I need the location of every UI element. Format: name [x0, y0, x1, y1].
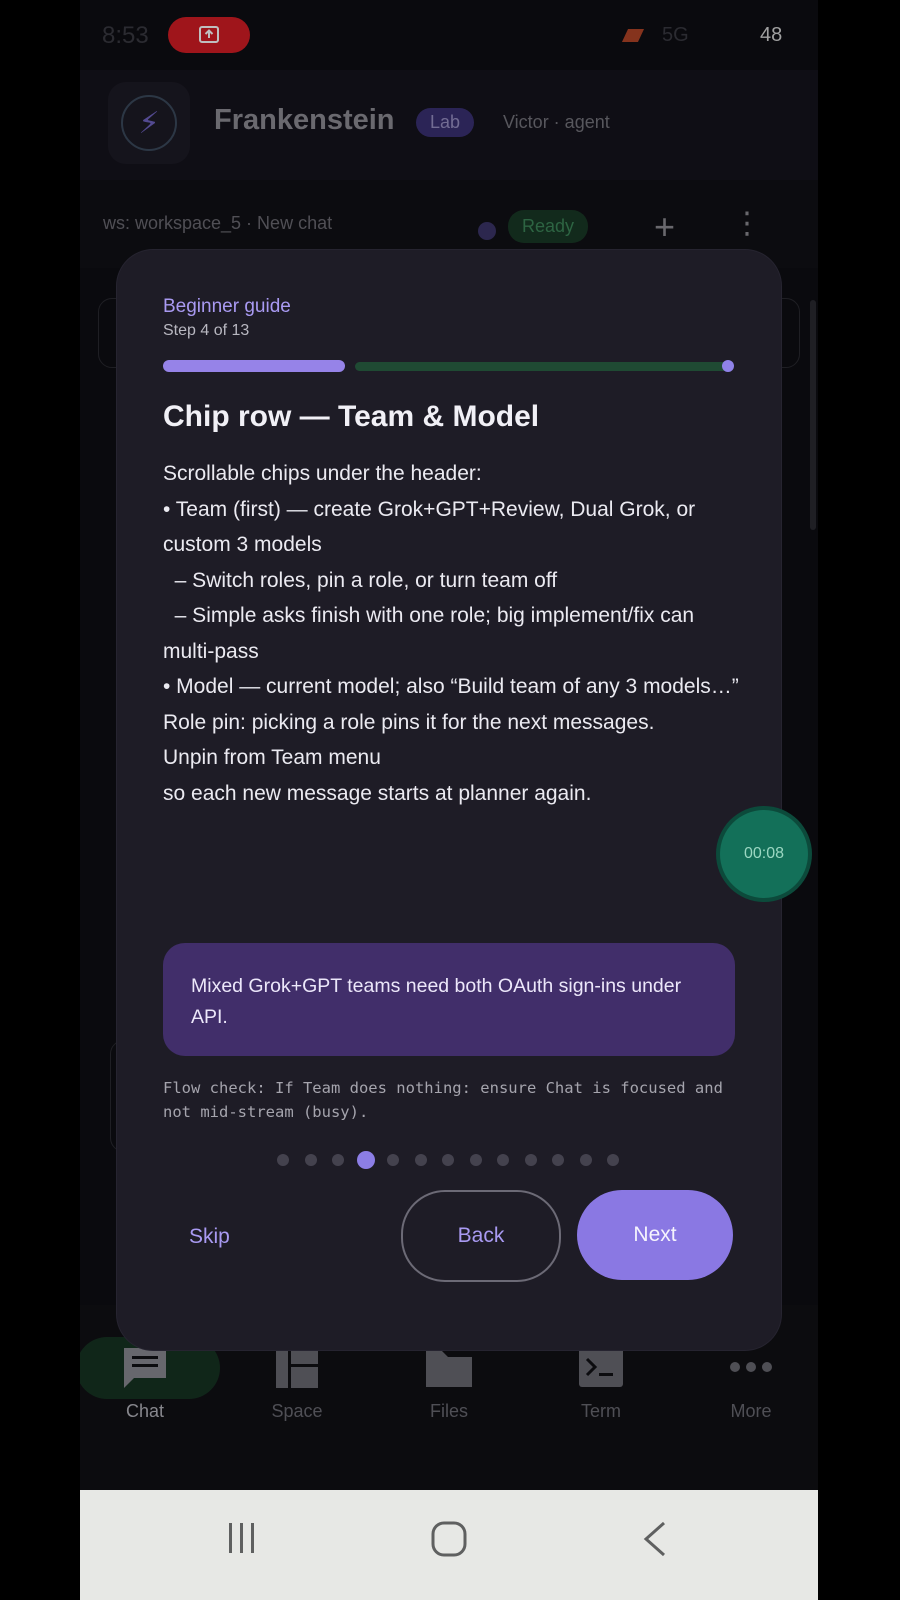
guide-body-line: Scrollable chips under the header:: [163, 462, 482, 485]
step-dot[interactable]: [579, 1154, 592, 1166]
guide-body-line: – Simple asks finish with one role; big …: [163, 604, 700, 663]
guide-body-line: Role pin: picking a role pins it for the…: [163, 710, 655, 734]
guide-title: Chip row — Team & Model: [163, 400, 540, 433]
skip-button[interactable]: Skip: [189, 1225, 230, 1249]
step-dot[interactable]: [277, 1154, 289, 1166]
guide-body: Scrollable chips under the header: • Tea…: [163, 456, 743, 811]
step-dot[interactable]: [442, 1154, 454, 1166]
step-dot[interactable]: [552, 1154, 564, 1166]
step-dot[interactable]: [469, 1154, 482, 1166]
step-dot-active[interactable]: [356, 1151, 375, 1169]
guide-label: Beginner guide: [163, 296, 291, 317]
step-counter: Step 4 of 13: [163, 322, 250, 339]
step-dot[interactable]: [414, 1154, 427, 1166]
progress-fill: [163, 360, 345, 372]
step-dot[interactable]: [304, 1154, 317, 1166]
step-dot[interactable]: [497, 1154, 509, 1166]
guide-body-line: Unpin from Team menu: [163, 746, 381, 769]
guide-body-line: • Model — current model; also “Build tea…: [163, 675, 739, 698]
home-icon[interactable]: [430, 1520, 468, 1558]
recording-timer[interactable]: 00:08: [720, 810, 808, 898]
recents-icon[interactable]: [224, 1520, 260, 1556]
callout-text: Mixed Grok+GPT teams need both OAuth sig…: [191, 975, 682, 1028]
guide-body-line: • Team (first) — create Grok+GPT+Review,…: [163, 497, 701, 557]
flow-check-note: Flow check: If Team does nothing: ensure…: [163, 1079, 723, 1121]
step-dot[interactable]: [524, 1154, 537, 1166]
phone-screen: 8:53 5G 48 ⚡ Frankenstein Lab Victor · a…: [80, 0, 818, 1600]
system-nav-bar: [80, 1490, 818, 1600]
progress-track: [355, 362, 729, 371]
step-dot[interactable]: [607, 1154, 619, 1166]
guide-body-line: so each new message starts at planner ag…: [163, 781, 592, 805]
progress-end-dot: [722, 360, 734, 372]
next-button[interactable]: Next: [577, 1190, 733, 1280]
back-icon[interactable]: [640, 1520, 670, 1558]
guide-body-line: – Switch roles, pin a role, or turn team…: [163, 568, 558, 592]
oauth-callout: Mixed Grok+GPT teams need both OAuth sig…: [163, 943, 735, 1056]
beginner-guide-dialog: Beginner guide Step 4 of 13 Chip row — T…: [117, 250, 781, 1350]
step-dot[interactable]: [332, 1154, 344, 1166]
step-dot[interactable]: [387, 1154, 399, 1166]
back-button[interactable]: Back: [401, 1190, 561, 1282]
